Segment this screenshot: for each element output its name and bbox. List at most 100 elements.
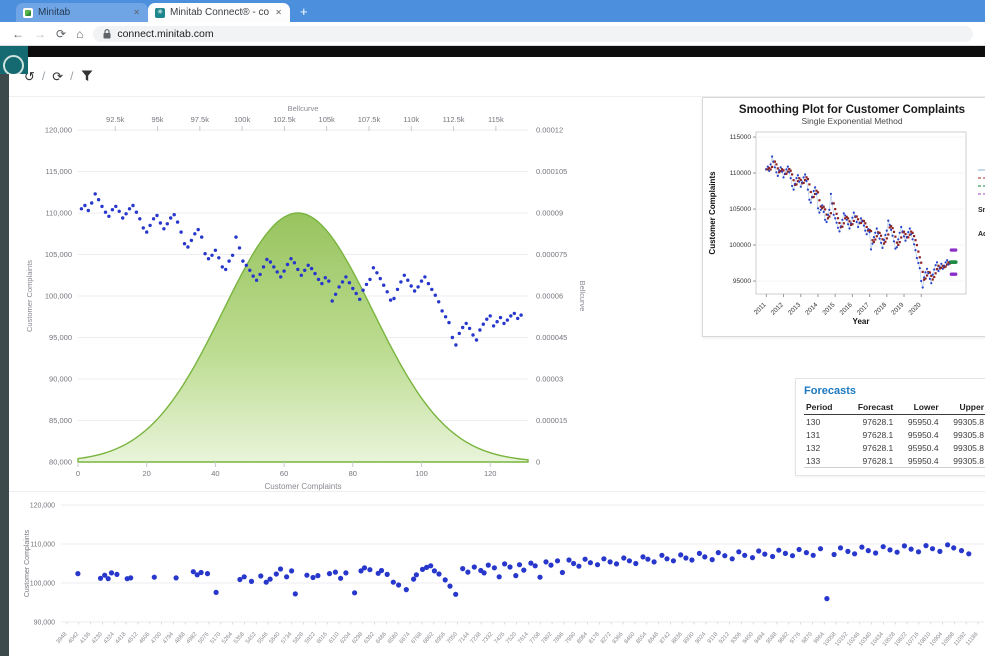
svg-text:9118: 9118 — [707, 631, 720, 644]
svg-text:115k: 115k — [488, 115, 504, 124]
forward-icon[interactable]: → — [34, 28, 46, 40]
bellcurve-scatter-chart[interactable]: 120,000115,000110,000105,000100,00095,00… — [20, 100, 595, 495]
svg-text:115000: 115000 — [730, 134, 752, 141]
svg-text:5358: 5358 — [233, 631, 246, 645]
app-top-bar — [0, 46, 985, 57]
tab-close-icon[interactable]: ✕ — [274, 8, 283, 17]
filter-icon[interactable] — [81, 70, 93, 82]
svg-text:100,000: 100,000 — [30, 581, 55, 588]
minitab-connect-logo[interactable] — [0, 46, 28, 74]
svg-text:0.00006: 0.00006 — [536, 292, 563, 301]
svg-text:4888: 4888 — [174, 631, 187, 645]
svg-text:100k: 100k — [234, 115, 251, 124]
url-text: connect.minitab.com — [117, 28, 213, 40]
browser-tab-minitab[interactable]: Minitab ✕ — [16, 3, 148, 22]
svg-text:Bellcurve: Bellcurve — [288, 104, 319, 113]
svg-text:2015: 2015 — [821, 301, 836, 316]
svg-text:110000: 110000 — [730, 170, 752, 177]
back-icon[interactable]: ← — [12, 28, 24, 40]
svg-text:2014: 2014 — [804, 301, 819, 316]
svg-text:120,000: 120,000 — [45, 126, 72, 135]
svg-text:120,000: 120,000 — [30, 503, 55, 510]
svg-text:3948: 3948 — [56, 631, 69, 645]
svg-text:7802: 7802 — [541, 631, 554, 645]
svg-text:2011: 2011 — [753, 301, 768, 316]
svg-text:7990: 7990 — [564, 631, 577, 645]
svg-text:4324: 4324 — [103, 631, 116, 645]
slash-separator: / — [42, 69, 45, 83]
svg-text:6862: 6862 — [422, 631, 435, 645]
minitab-favicon-icon — [23, 8, 33, 18]
svg-text:115,000: 115,000 — [45, 167, 72, 176]
forecast-row: 13397628.195950.499305.8 — [804, 454, 985, 468]
svg-text:2013: 2013 — [787, 301, 802, 316]
svg-text:110,000: 110,000 — [45, 209, 72, 218]
left-sidebar-rail[interactable] — [0, 46, 9, 656]
smoothing-plot-chart[interactable]: 9500010000010500011000011500020112012201… — [703, 126, 985, 334]
dashboard-content: ↺ / ⟳ / 120,000115,000110,000105,000100,… — [9, 57, 985, 656]
chart-toolbar: ↺ / ⟳ / — [24, 69, 93, 83]
svg-text:0.00003: 0.00003 — [536, 375, 563, 384]
svg-text:5640: 5640 — [269, 631, 282, 645]
svg-text:8742: 8742 — [659, 631, 672, 645]
svg-text:8178: 8178 — [588, 631, 601, 645]
forecasts-table: PeriodForecastLowerUpper13097628.195950.… — [804, 401, 985, 468]
sync-icon[interactable]: ⟳ — [52, 70, 63, 83]
svg-text:90,000: 90,000 — [49, 375, 72, 384]
svg-text:Customer Complaints: Customer Complaints — [25, 260, 34, 332]
browser-tab-minitab-connect[interactable]: ✳ Minitab Connect® - connect.min ✕ — [148, 3, 290, 22]
svg-text:8930: 8930 — [683, 631, 696, 645]
home-icon[interactable]: ⌂ — [76, 28, 83, 40]
svg-text:2012: 2012 — [770, 301, 785, 316]
tab-close-icon[interactable]: ✕ — [132, 8, 141, 17]
smoothing-plot-card[interactable]: Smoothing Plot for Customer Complaints S… — [702, 97, 985, 337]
svg-text:85,000: 85,000 — [49, 416, 72, 425]
svg-text:9494: 9494 — [754, 631, 767, 645]
svg-text:2018: 2018 — [873, 301, 888, 316]
svg-text:7614: 7614 — [517, 631, 530, 645]
svg-text:9776: 9776 — [789, 631, 802, 645]
svg-text:5170: 5170 — [209, 631, 222, 645]
complaints-scatter-chart[interactable]: 90,000100,000110,000120,0003948404241364… — [9, 494, 985, 656]
svg-text:20: 20 — [143, 469, 151, 478]
svg-text:6204: 6204 — [340, 631, 353, 645]
svg-text:6392: 6392 — [363, 631, 376, 645]
svg-text:7144: 7144 — [458, 631, 471, 645]
svg-text:6580: 6580 — [387, 631, 400, 645]
svg-text:2020: 2020 — [907, 301, 922, 316]
svg-text:6674: 6674 — [399, 631, 412, 645]
svg-text:6486: 6486 — [375, 631, 388, 645]
new-tab-button[interactable]: + — [300, 4, 308, 19]
svg-text:7050: 7050 — [446, 631, 459, 645]
svg-text:11186: 11186 — [965, 631, 979, 647]
svg-text:0.000015: 0.000015 — [536, 416, 567, 425]
svg-text:95,000: 95,000 — [49, 333, 72, 342]
lock-icon — [103, 29, 111, 39]
forecasts-title: Forecasts — [804, 385, 985, 397]
svg-text:9024: 9024 — [695, 631, 708, 645]
svg-text:4230: 4230 — [91, 631, 104, 645]
svg-text:105000: 105000 — [729, 206, 751, 213]
forecast-col-header: Forecast — [844, 401, 896, 415]
svg-text:Sm: Sm — [978, 207, 985, 214]
svg-text:6298: 6298 — [351, 631, 364, 645]
svg-text:7520: 7520 — [505, 631, 518, 645]
svg-text:5734: 5734 — [280, 631, 293, 645]
svg-text:8836: 8836 — [671, 631, 684, 645]
svg-text:7896: 7896 — [553, 631, 566, 645]
forecast-col-header: Lower — [895, 401, 940, 415]
svg-text:0.000105: 0.000105 — [536, 167, 567, 176]
svg-text:102.5k: 102.5k — [273, 115, 296, 124]
svg-text:0.00009: 0.00009 — [536, 209, 563, 218]
svg-text:9400: 9400 — [742, 631, 755, 645]
svg-text:6110: 6110 — [328, 631, 341, 644]
svg-text:5452: 5452 — [245, 631, 258, 645]
tab-title: Minitab Connect® - connect.min — [170, 7, 269, 18]
reload-icon[interactable]: ⟳ — [56, 28, 66, 40]
svg-text:0.000045: 0.000045 — [536, 333, 567, 342]
svg-text:8366: 8366 — [612, 631, 625, 645]
svg-text:Year: Year — [853, 317, 870, 326]
browser-nav-bar: ← → ⟳ ⌂ connect.minitab.com — [0, 22, 985, 46]
address-bar[interactable]: connect.minitab.com — [93, 26, 973, 42]
svg-text:112.5k: 112.5k — [443, 115, 465, 124]
